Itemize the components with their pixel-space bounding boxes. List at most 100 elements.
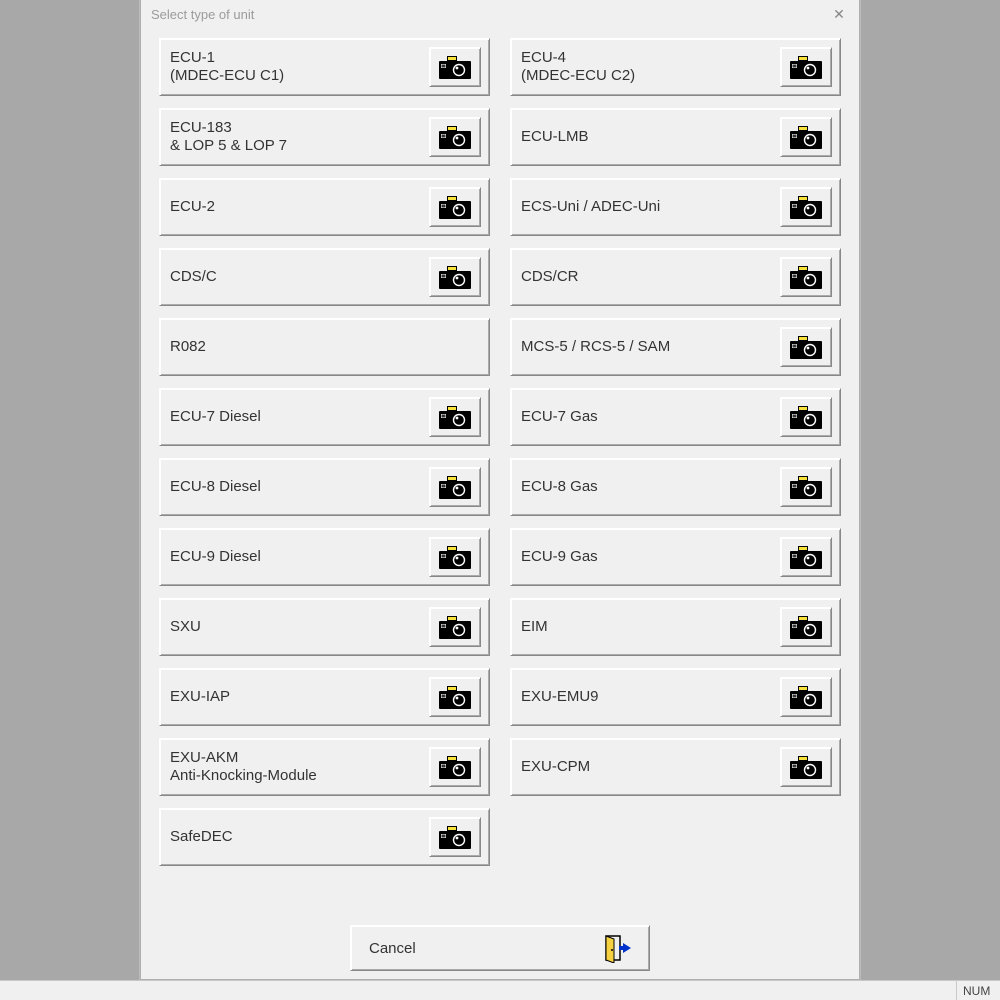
option-sxu[interactable]: SXU [159,598,490,656]
camera-button[interactable] [429,817,481,857]
option-label: ECU-8 Gas [521,478,598,496]
camera-icon [789,264,823,290]
option-ecu-7-diesel[interactable]: ECU-7 Diesel [159,388,490,446]
camera-icon [789,194,823,220]
camera-icon [438,614,472,640]
camera-button[interactable] [780,257,832,297]
option-exu-emu9[interactable]: EXU-EMU9 [510,668,841,726]
camera-icon [789,124,823,150]
option-ecu-2[interactable]: ECU-2 [159,178,490,236]
option-label: EIM [521,618,548,636]
camera-icon [789,544,823,570]
camera-button[interactable] [780,187,832,227]
cancel-button[interactable]: Cancel [350,925,650,971]
option-ecu-4[interactable]: ECU-4 (MDEC-ECU C2) [510,38,841,96]
camera-icon [789,334,823,360]
camera-button[interactable] [780,467,832,507]
option-ecu-7-gas[interactable]: ECU-7 Gas [510,388,841,446]
option-exu-cpm[interactable]: EXU-CPM [510,738,841,796]
option-label: CDS/C [170,268,217,286]
option-label: SafeDEC [170,828,233,846]
option-safedec[interactable]: SafeDEC [159,808,490,866]
camera-icon [438,194,472,220]
camera-icon [438,264,472,290]
status-bar: NUM [0,980,1000,1000]
option-ecu-183[interactable]: ECU-183 & LOP 5 & LOP 7 [159,108,490,166]
exit-door-icon [601,933,631,963]
camera-icon [789,754,823,780]
option-ecu-lmb[interactable]: ECU-LMB [510,108,841,166]
camera-button[interactable] [780,397,832,437]
option-cds-cr[interactable]: CDS/CR [510,248,841,306]
camera-button[interactable] [429,537,481,577]
camera-icon [438,54,472,80]
option-label: ECU-4 (MDEC-ECU C2) [521,49,635,85]
camera-button[interactable] [429,607,481,647]
option-eim[interactable]: EIM [510,598,841,656]
camera-button[interactable] [429,467,481,507]
dialog-content: ECU-1 (MDEC-ECU C1) ECU-4 (MDEC-ECU C2) EC… [141,28,859,979]
camera-icon [438,404,472,430]
option-label: R082 [170,338,206,356]
option-label: CDS/CR [521,268,579,286]
camera-button[interactable] [429,117,481,157]
option-exu-iap[interactable]: EXU-IAP [159,668,490,726]
option-grid: ECU-1 (MDEC-ECU C1) ECU-4 (MDEC-ECU C2) EC… [159,38,841,913]
camera-button[interactable] [429,677,481,717]
camera-button[interactable] [429,47,481,87]
camera-icon [438,754,472,780]
camera-button[interactable] [780,607,832,647]
option-ecu-8-gas[interactable]: ECU-8 Gas [510,458,841,516]
option-label: ECU-7 Diesel [170,408,261,426]
option-ecu-9-gas[interactable]: ECU-9 Gas [510,528,841,586]
camera-button[interactable] [429,397,481,437]
select-unit-dialog: Select type of unit ✕ ECU-1 (MDEC-ECU C1… [140,0,860,980]
camera-icon [789,614,823,640]
camera-icon [789,684,823,710]
camera-icon [438,824,472,850]
option-ecs-uni[interactable]: ECS-Uni / ADEC-Uni [510,178,841,236]
option-label: ECS-Uni / ADEC-Uni [521,198,660,216]
camera-icon [438,474,472,500]
cancel-label: Cancel [369,940,416,957]
option-label: ECU-183 & LOP 5 & LOP 7 [170,119,287,155]
dialog-title: Select type of unit [151,7,254,22]
option-mcs-5[interactable]: MCS-5 / RCS-5 / SAM [510,318,841,376]
option-label: ECU-9 Gas [521,548,598,566]
option-label: EXU-EMU9 [521,688,599,706]
option-cds-c[interactable]: CDS/C [159,248,490,306]
camera-button[interactable] [429,257,481,297]
option-label: SXU [170,618,201,636]
camera-button[interactable] [780,47,832,87]
option-label: ECU-9 Diesel [170,548,261,566]
option-label: ECU-8 Diesel [170,478,261,496]
close-icon[interactable]: ✕ [825,4,853,24]
option-label: EXU-IAP [170,688,230,706]
camera-button[interactable] [429,187,481,227]
camera-button[interactable] [780,537,832,577]
option-ecu-9-diesel[interactable]: ECU-9 Diesel [159,528,490,586]
option-label: MCS-5 / RCS-5 / SAM [521,338,670,356]
camera-button[interactable] [780,117,832,157]
option-exu-akm[interactable]: EXU-AKM Anti-Knocking-Module [159,738,490,796]
option-label: ECU-1 (MDEC-ECU C1) [170,49,284,85]
camera-button[interactable] [780,747,832,787]
camera-icon [789,474,823,500]
option-label: ECU-2 [170,198,215,216]
option-ecu-8-diesel[interactable]: ECU-8 Diesel [159,458,490,516]
option-label: EXU-AKM Anti-Knocking-Module [170,749,317,785]
camera-button[interactable] [780,327,832,367]
camera-icon [438,544,472,570]
camera-icon [438,684,472,710]
camera-button[interactable] [429,747,481,787]
option-label: EXU-CPM [521,758,590,776]
status-num: NUM [956,981,1000,1000]
option-label: ECU-7 Gas [521,408,598,426]
option-r082[interactable]: R082 [159,318,490,376]
camera-icon [789,404,823,430]
dialog-titlebar: Select type of unit ✕ [141,0,859,28]
camera-icon [438,124,472,150]
option-label: ECU-LMB [521,128,589,146]
option-ecu-1[interactable]: ECU-1 (MDEC-ECU C1) [159,38,490,96]
camera-button[interactable] [780,677,832,717]
